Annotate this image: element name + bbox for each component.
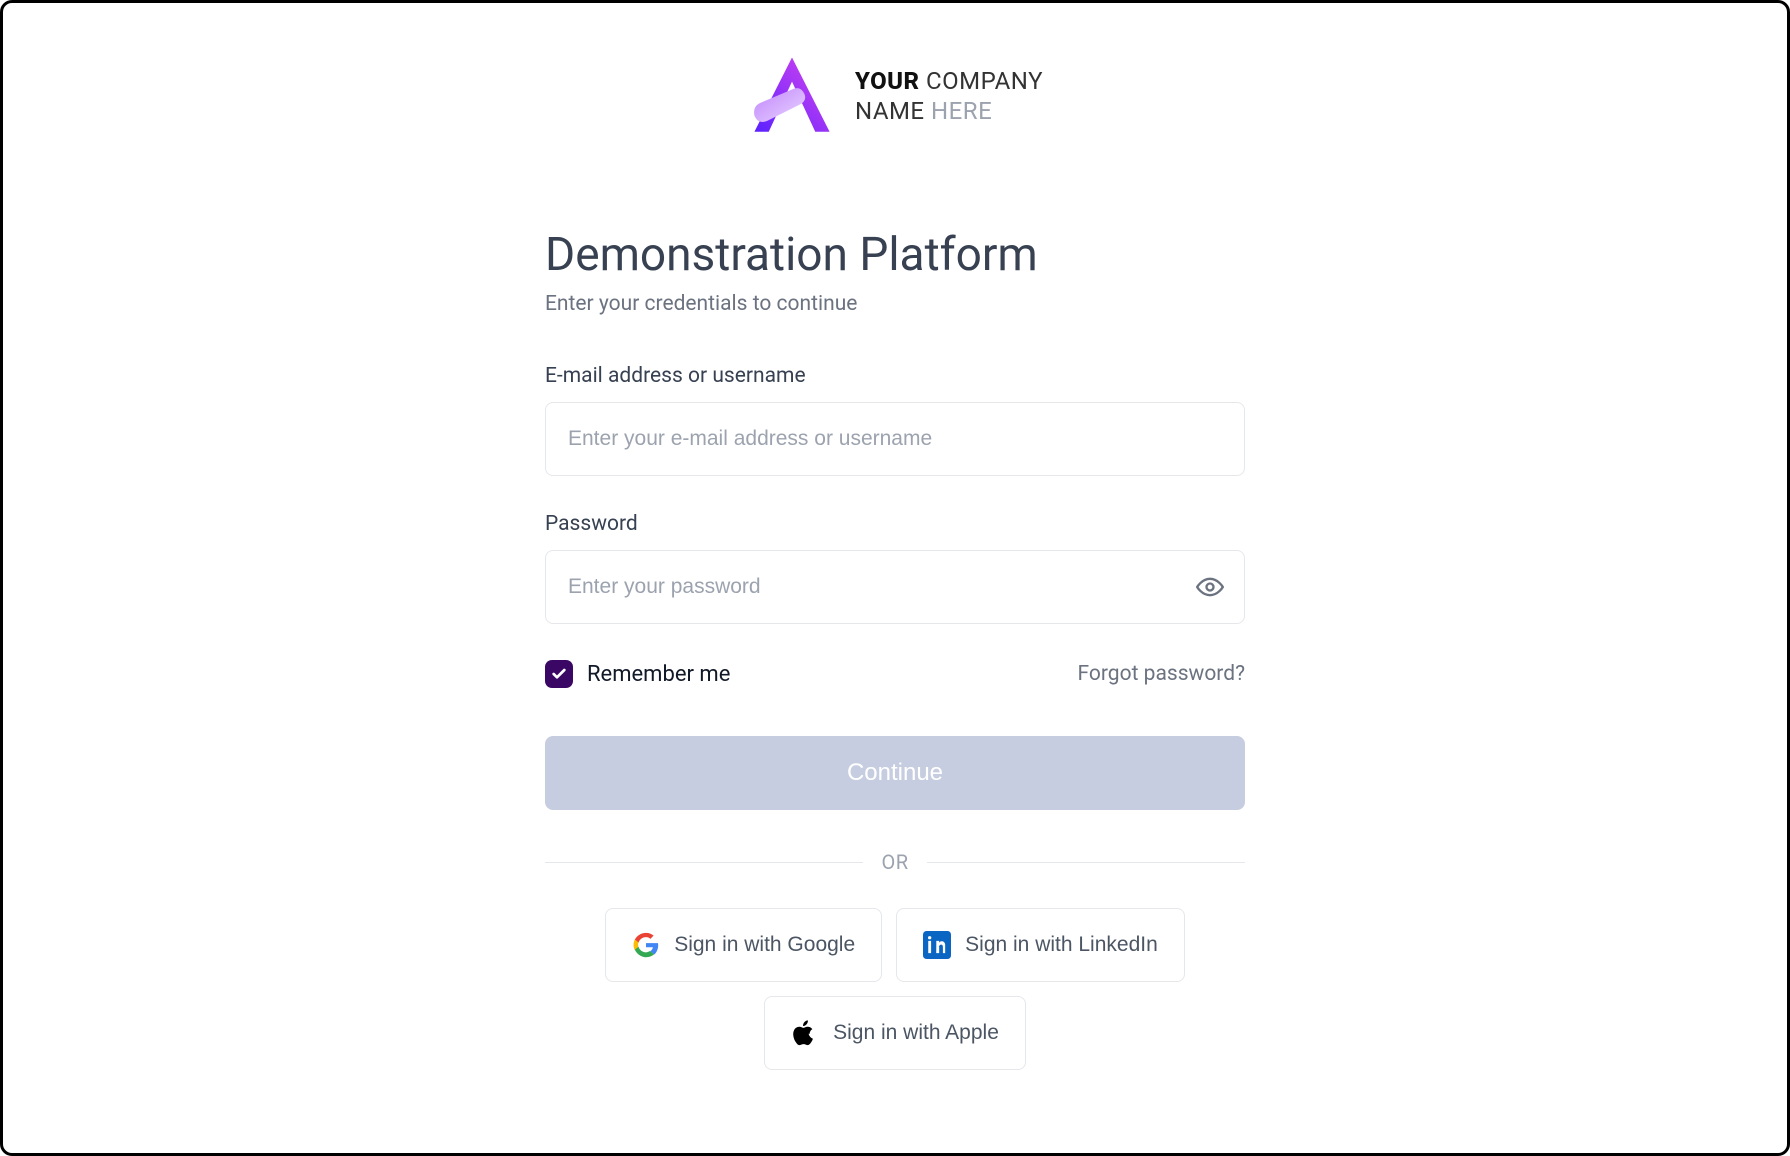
- apple-button-label: Sign in with Apple: [833, 1021, 999, 1045]
- password-label: Password: [545, 512, 1245, 536]
- remember-me[interactable]: Remember me: [545, 660, 730, 688]
- logo-line2-dark: NAME: [855, 97, 925, 125]
- forgot-password-link[interactable]: Forgot password?: [1078, 662, 1245, 686]
- or-divider: OR: [545, 850, 1245, 874]
- page-subtitle: Enter your credentials to continue: [545, 292, 1245, 316]
- google-icon: [632, 931, 660, 959]
- company-logo-icon: [747, 53, 837, 138]
- sign-in-apple-button[interactable]: Sign in with Apple: [764, 996, 1026, 1070]
- page-title: Demonstration Platform: [545, 228, 1245, 282]
- logo-line1-light: COMPANY: [920, 67, 1043, 95]
- login-form: Demonstration Platform Enter your creden…: [545, 228, 1245, 1084]
- continue-button[interactable]: Continue: [545, 736, 1245, 810]
- company-logo-text: YOUR COMPANY NAME HERE: [855, 66, 1043, 126]
- linkedin-icon: [923, 931, 951, 959]
- show-password-icon[interactable]: [1195, 572, 1225, 602]
- divider-line: [545, 862, 863, 863]
- divider-line: [927, 862, 1245, 863]
- remember-label: Remember me: [587, 662, 730, 687]
- linkedin-button-label: Sign in with LinkedIn: [965, 933, 1158, 957]
- logo-line2-grey: HERE: [925, 97, 993, 125]
- google-button-label: Sign in with Google: [674, 933, 855, 957]
- password-input[interactable]: [545, 550, 1245, 624]
- remember-checkbox[interactable]: [545, 660, 573, 688]
- logo-line1-bold: YOUR: [855, 67, 920, 95]
- sign-in-google-button[interactable]: Sign in with Google: [605, 908, 882, 982]
- apple-icon: [791, 1019, 819, 1047]
- logo-header: YOUR COMPANY NAME HERE: [747, 53, 1043, 138]
- sign-in-linkedin-button[interactable]: Sign in with LinkedIn: [896, 908, 1185, 982]
- divider-text: OR: [881, 850, 908, 874]
- email-label: E-mail address or username: [545, 364, 1245, 388]
- email-input[interactable]: [545, 402, 1245, 476]
